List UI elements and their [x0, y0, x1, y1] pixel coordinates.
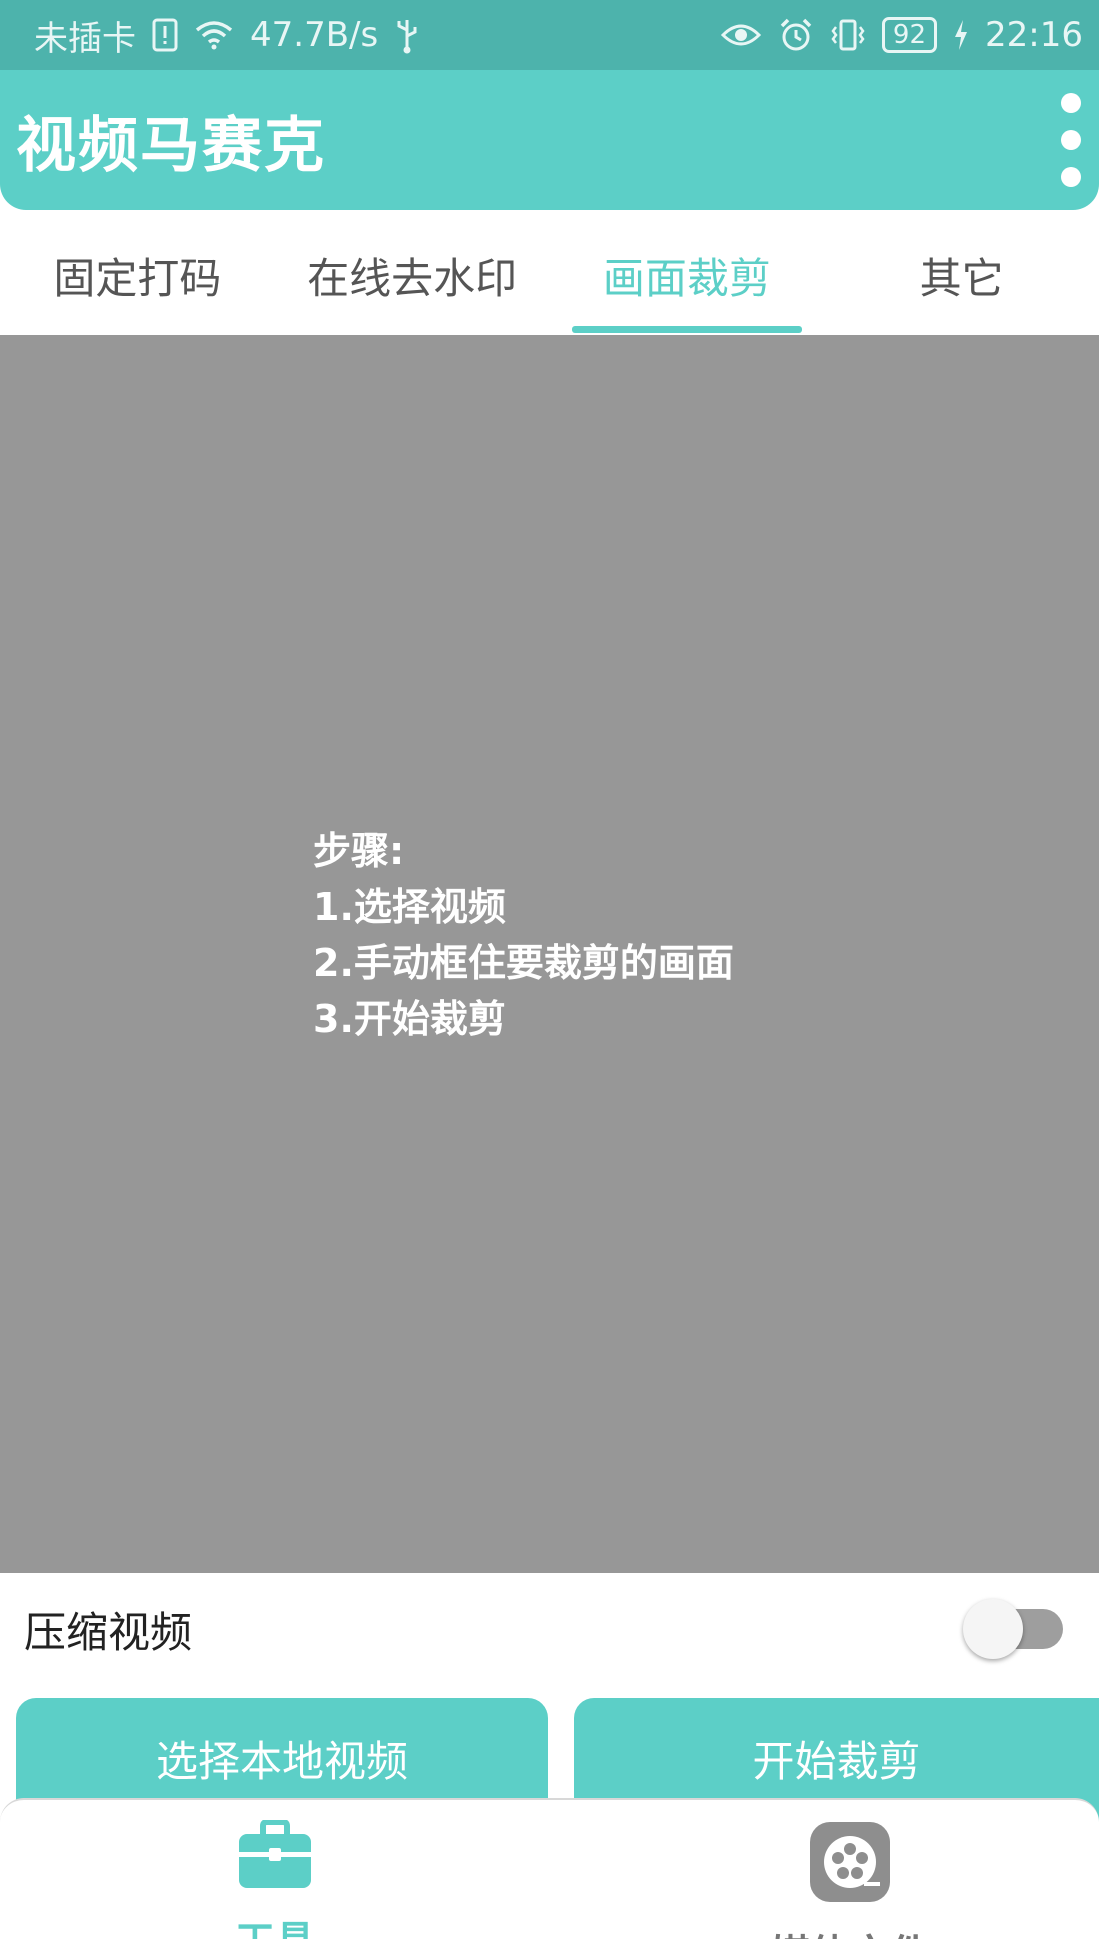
- tab-fixed-mosaic[interactable]: 固定打码: [0, 215, 275, 335]
- alarm-icon: [778, 17, 814, 53]
- status-bar: 未插卡 47.7B/s 92 22:16: [0, 0, 1099, 70]
- compress-video-row: 压缩视频: [0, 1573, 1099, 1685]
- toolbox-icon: [237, 1819, 313, 1894]
- app-title: 视频马赛克: [16, 110, 326, 181]
- video-preview-area[interactable]: 步骤: 1.选择视频 2.手动框住要裁剪的画面 3.开始裁剪: [0, 335, 1099, 1573]
- app-bar: 视频马赛克: [0, 70, 1099, 210]
- nav-label-media-files: 媒体文件: [770, 1922, 930, 1939]
- usb-icon: [394, 16, 420, 54]
- vibrate-icon: [830, 18, 866, 52]
- wifi-icon: [194, 19, 234, 51]
- compress-video-label: 压缩视频: [24, 1607, 193, 1657]
- status-bar-left: 未插卡 47.7B/s: [34, 11, 420, 60]
- clock-text: 22:16: [985, 15, 1083, 55]
- sim-alert-icon: [152, 18, 178, 52]
- status-bar-right: 92 22:16: [720, 15, 1083, 55]
- bottom-navigation: 工具 媒体文件: [0, 1798, 1099, 1939]
- nav-label-tools: 工具: [235, 1908, 315, 1939]
- step-item: 1.选择视频: [313, 885, 506, 929]
- tab-online-watermark-removal[interactable]: 在线去水印: [275, 215, 550, 335]
- toggle-thumb: [963, 1599, 1023, 1659]
- more-options-icon[interactable]: [1051, 85, 1091, 195]
- tab-crop-frame[interactable]: 画面裁剪: [550, 215, 825, 335]
- step-item: 2.手动框住要裁剪的画面: [313, 941, 734, 985]
- tab-bar: 固定打码 在线去水印 画面裁剪 其它: [0, 215, 1099, 335]
- menu-dot: [1061, 129, 1081, 150]
- nav-item-tools[interactable]: 工具: [215, 1819, 335, 1939]
- tab-other[interactable]: 其它: [824, 215, 1099, 335]
- battery-level: 92: [881, 17, 938, 53]
- network-speed-text: 47.7B/s: [250, 15, 379, 55]
- instruction-steps: 步骤: 1.选择视频 2.手动框住要裁剪的画面 3.开始裁剪: [313, 823, 734, 1047]
- carrier-text: 未插卡: [34, 18, 136, 59]
- step-item: 3.开始裁剪: [313, 997, 506, 1041]
- steps-heading: 步骤:: [313, 829, 405, 873]
- menu-dot: [1061, 93, 1081, 114]
- eye-comfort-icon: [720, 21, 762, 49]
- nav-item-media-files[interactable]: 媒体文件: [740, 1820, 960, 1939]
- menu-dot: [1061, 166, 1081, 187]
- film-reel-icon: [808, 1820, 892, 1908]
- compress-video-toggle[interactable]: [963, 1599, 1065, 1659]
- charging-icon: [953, 19, 969, 51]
